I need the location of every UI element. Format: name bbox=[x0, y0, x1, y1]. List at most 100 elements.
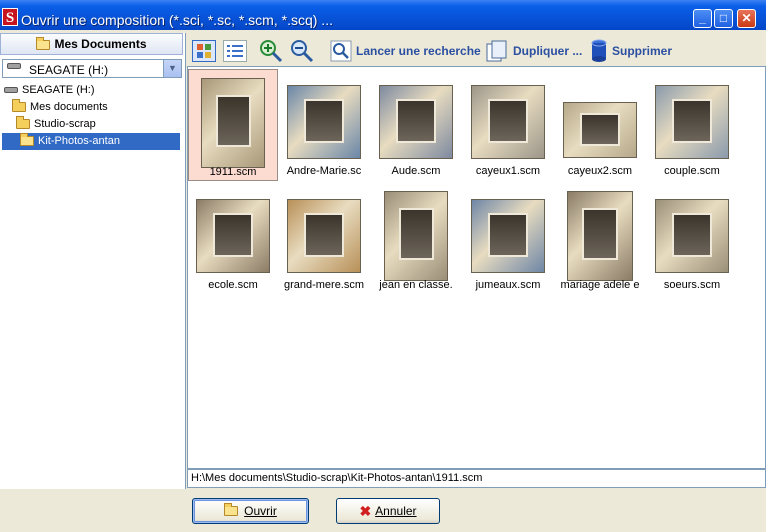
file-thumbnail[interactable]: soeurs.scm bbox=[647, 183, 737, 295]
file-name: grand-mere.scm bbox=[283, 279, 365, 291]
photo-block bbox=[398, 207, 434, 261]
photo-block bbox=[671, 212, 712, 257]
zoom-out-icon bbox=[291, 40, 314, 63]
drive-select[interactable]: SEAGATE (H:) ▼ bbox=[2, 59, 182, 78]
folder-icon bbox=[36, 36, 51, 50]
file-name: 1911.scm bbox=[209, 166, 257, 178]
photo-block bbox=[215, 94, 251, 148]
maximize-button[interactable]: □ bbox=[714, 9, 733, 28]
my-documents-button[interactable]: Mes Documents bbox=[0, 33, 183, 55]
cancel-button[interactable]: ✖ Annuler bbox=[336, 498, 440, 524]
file-thumbnail[interactable]: jumeaux.scm bbox=[463, 183, 553, 295]
grid-view-icon bbox=[192, 40, 216, 62]
file-thumbnail[interactable]: jean en classe. bbox=[371, 183, 461, 295]
scrapbook-preview-image bbox=[384, 191, 448, 281]
file-thumbnail[interactable]: mariage adele e bbox=[555, 183, 645, 295]
photo-block bbox=[579, 112, 620, 147]
search-label: Lancer une recherche bbox=[356, 44, 481, 58]
zoom-out-button[interactable] bbox=[289, 39, 315, 63]
dialog-buttons: Ouvrir ✖ Annuler bbox=[0, 489, 766, 532]
scrapbook-preview-image bbox=[196, 199, 270, 273]
file-name: cayeux2.scm bbox=[567, 165, 633, 177]
file-name: Aude.scm bbox=[391, 165, 441, 177]
scrapbook-preview-image bbox=[287, 85, 361, 159]
minimize-button[interactable]: _ bbox=[693, 9, 712, 28]
scrapbook-preview-image bbox=[563, 102, 637, 158]
file-name: couple.scm bbox=[664, 165, 720, 177]
file-name: soeurs.scm bbox=[663, 279, 721, 291]
chevron-down-icon[interactable]: ▼ bbox=[163, 60, 181, 77]
search-icon bbox=[330, 40, 352, 62]
photo-block bbox=[212, 212, 253, 257]
file-thumbnail[interactable]: cayeux2.scm bbox=[555, 69, 645, 181]
open-button-label: Ouvrir bbox=[244, 504, 277, 518]
file-thumbnail[interactable]: couple.scm bbox=[647, 69, 737, 181]
file-name: cayeux1.scm bbox=[475, 165, 541, 177]
photo-block bbox=[487, 98, 528, 143]
file-thumbnail[interactable]: Aude.scm bbox=[371, 69, 461, 181]
folder-icon bbox=[20, 133, 34, 147]
title-bar[interactable]: S Ouvrir une composition (*.sci, *.sc, *… bbox=[0, 0, 766, 30]
list-view-icon bbox=[223, 40, 247, 62]
folder-icon bbox=[12, 99, 26, 113]
photo-block bbox=[487, 212, 528, 257]
scrapbook-preview-image bbox=[567, 191, 633, 281]
file-path-status: H:\Mes documents\Studio-scrap\Kit-Photos… bbox=[187, 469, 766, 488]
photo-block bbox=[303, 212, 344, 257]
delete-button[interactable]: Supprimer bbox=[590, 39, 672, 63]
folder-icon bbox=[16, 116, 30, 130]
open-folder-icon bbox=[224, 503, 239, 516]
scrapbook-preview-image bbox=[655, 199, 729, 273]
zoom-in-icon bbox=[260, 40, 283, 63]
duplicate-icon bbox=[486, 40, 507, 62]
file-name: Andre-Marie.sc bbox=[286, 165, 362, 177]
open-button[interactable]: Ouvrir bbox=[192, 498, 309, 524]
photo-block bbox=[303, 98, 344, 143]
file-name: mariage adele e bbox=[560, 279, 640, 291]
list-view-button[interactable] bbox=[223, 39, 247, 63]
photo-block bbox=[582, 207, 619, 261]
zoom-in-button[interactable] bbox=[258, 39, 284, 63]
close-button[interactable]: ✕ bbox=[737, 9, 756, 28]
search-button[interactable]: Lancer une recherche bbox=[330, 39, 481, 63]
photo-block bbox=[395, 98, 436, 143]
trash-bin-icon bbox=[591, 39, 607, 62]
file-name: jumeaux.scm bbox=[475, 279, 541, 291]
tree-item-studio-scrap[interactable]: Studio-scrap bbox=[16, 116, 96, 133]
file-name: ecole.scm bbox=[208, 279, 258, 291]
tree-item-mes-documents[interactable]: Mes documents bbox=[12, 99, 108, 116]
thumbnail-view-button[interactable] bbox=[192, 39, 216, 63]
file-name: jean en classe. bbox=[379, 279, 453, 291]
my-documents-label: Mes Documents bbox=[54, 37, 147, 51]
scrapbook-preview-image bbox=[471, 85, 545, 159]
scrapbook-preview-image bbox=[287, 199, 361, 273]
tree-item-label: Mes documents bbox=[30, 101, 108, 113]
scrapbook-preview-image bbox=[201, 78, 265, 168]
tree-item-label: Studio-scrap bbox=[34, 118, 96, 130]
drive-icon bbox=[4, 87, 18, 94]
file-thumbnail[interactable]: Andre-Marie.sc bbox=[279, 69, 369, 181]
tree-item-label: SEAGATE (H:) bbox=[22, 84, 95, 96]
duplicate-label: Dupliquer ... bbox=[513, 44, 583, 58]
file-thumbnail[interactable]: 1911.scm bbox=[188, 69, 278, 181]
file-thumbnail-grid: 1911.scm Andre-Marie.sc Aude.scm cayeux1.sc… bbox=[187, 66, 766, 469]
tree-item-kit-photos-antan[interactable]: Kit-Photos-antan bbox=[2, 133, 180, 150]
studio-scrap-icon: S bbox=[2, 8, 18, 26]
scrapbook-preview-image bbox=[655, 85, 729, 159]
window-title: Ouvrir une composition (*.sci, *.sc, *.s… bbox=[21, 12, 333, 28]
file-thumbnail[interactable]: ecole.scm bbox=[188, 183, 278, 295]
file-thumbnail[interactable]: cayeux1.scm bbox=[463, 69, 553, 181]
drive-select-value: SEAGATE (H:) bbox=[29, 63, 109, 77]
duplicate-button[interactable]: Dupliquer ... bbox=[485, 39, 582, 63]
cancel-x-icon: ✖ bbox=[359, 502, 372, 519]
delete-label: Supprimer bbox=[612, 44, 673, 58]
file-thumbnail[interactable]: grand-mere.scm bbox=[279, 183, 369, 295]
tree-item-label: Kit-Photos-antan bbox=[38, 135, 120, 147]
drive-icon bbox=[7, 63, 21, 70]
folder-panel: Mes Documents SEAGATE (H:) ▼ SEAGATE (H:… bbox=[0, 33, 186, 489]
scrapbook-preview-image bbox=[471, 199, 545, 273]
cancel-button-label: Annuler bbox=[375, 504, 417, 518]
tree-item-drive[interactable]: SEAGATE (H:) bbox=[4, 82, 95, 99]
scrapbook-preview-image bbox=[379, 85, 453, 159]
photo-block bbox=[671, 98, 712, 143]
